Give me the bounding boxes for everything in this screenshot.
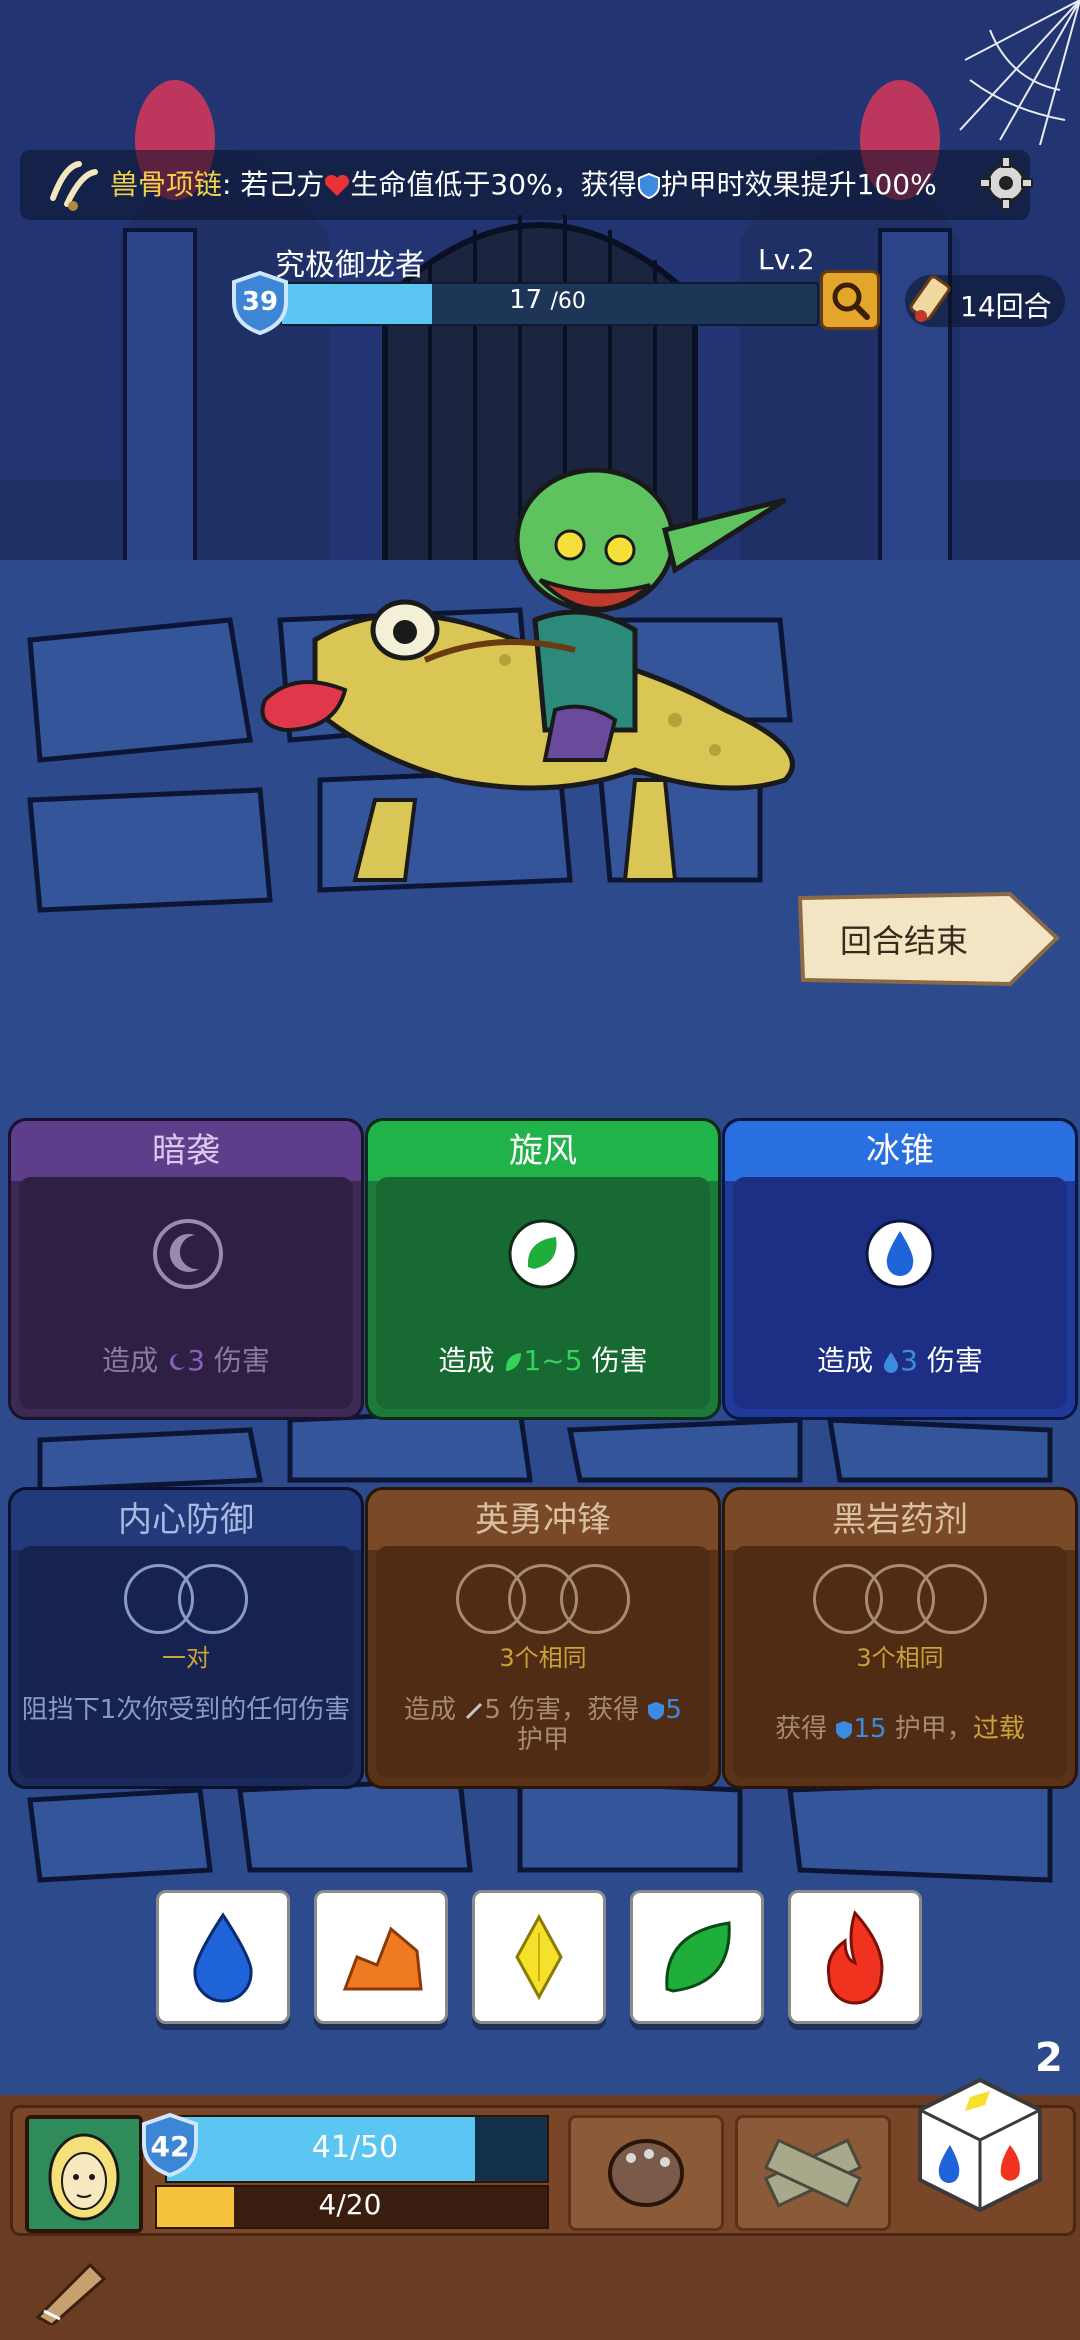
magnifier-icon [832, 282, 870, 320]
card-desc-part: 护甲， [894, 1714, 973, 1744]
equipment-slot-gauntlet[interactable] [568, 2115, 724, 2231]
enemy-hp-max: /60 [550, 289, 586, 314]
player-xp-text: 4/20 [318, 2188, 382, 2221]
card-description: 造成 3 伤害 [725, 1339, 1075, 1379]
enemy-hp-current: 17 [509, 285, 543, 315]
relic-desc-part2: 生命值低于30%，获得 [350, 168, 637, 201]
card-requirement: 一对 [162, 1644, 210, 1672]
relic-separator: : [222, 168, 232, 201]
water-drop-icon [193, 1912, 253, 2003]
die-leaf[interactable] [630, 1890, 764, 2024]
card-title: 内心防御 [11, 1490, 361, 1550]
rock-icon [342, 1926, 423, 1991]
water-drop-icon [865, 1219, 935, 1289]
bone-necklace-icon[interactable] [45, 158, 101, 214]
die-rock[interactable] [314, 1890, 448, 2024]
die-lightning[interactable] [472, 1890, 606, 2024]
card-desc-prefix: 造成 [817, 1344, 874, 1377]
die-fire[interactable] [788, 1890, 922, 2024]
enemy-goblin-rider[interactable] [255, 460, 835, 900]
card-desc-prefix: 造成 [102, 1344, 159, 1377]
dice-slot[interactable] [560, 1564, 630, 1634]
card-description: 获得 15 护甲，过载 [725, 1708, 1075, 1745]
reroll-dice-button[interactable] [915, 2075, 1045, 2215]
card-armor-amount: 15 [853, 1714, 887, 1744]
card-desc-suffix: 伤害 [591, 1344, 648, 1377]
skill-card-whirlwind[interactable]: 旋风 造成 1~5 伤害 [365, 1118, 721, 1420]
game-screen: 兽骨项链: 若己方 生命值低于30%，获得 护甲时效果提升100% 究极御龙者 Lv… [0, 0, 1080, 2340]
card-desc-suffix: 伤害 [926, 1344, 983, 1377]
card-title: 黑岩药剂 [725, 1490, 1075, 1550]
dice-slot[interactable] [178, 1564, 248, 1634]
enemy-info-button[interactable] [820, 270, 880, 330]
water-drop-icon [883, 1352, 899, 1373]
card-requirement: 3个相同 [856, 1644, 944, 1672]
shield-icon [637, 172, 660, 200]
card-description: 造成 1~5 伤害 [368, 1339, 718, 1379]
card-title: 英勇冲锋 [368, 1490, 718, 1550]
gear-icon[interactable] [978, 155, 1034, 211]
bandage-icon [763, 2138, 863, 2208]
enemy-level: Lv.2 [758, 243, 815, 276]
card-damage-amount: 1~5 [523, 1344, 583, 1377]
skill-card-brave-charge[interactable]: 英勇冲锋 3个相同 造成 5 伤害，获得 5 护甲 [365, 1487, 721, 1789]
card-title: 暗袭 [11, 1121, 361, 1181]
hero-portrait [29, 2119, 139, 2229]
scroll-icon [909, 275, 951, 322]
card-keyword: 过载 [972, 1714, 1025, 1744]
horn-icon[interactable] [30, 2255, 110, 2325]
card-desc-part: 造成 [404, 1695, 457, 1725]
relic-desc-part1: 若己方 [240, 168, 325, 201]
dice-slot[interactable] [917, 1564, 987, 1634]
player-hp-text: 41/50 [311, 2130, 399, 2165]
end-turn-label: 回合结束 [840, 922, 969, 960]
reroll-count: 2 [1035, 2035, 1063, 2081]
skill-card-blackrock-potion[interactable]: 黑岩药剂 3个相同 获得 15 护甲，过载 [722, 1487, 1078, 1789]
skill-card-ice-spike[interactable]: 冰锥 造成 3 伤害 [722, 1118, 1078, 1420]
card-damage-amount: 3 [900, 1344, 918, 1377]
card-desc-part: 获得 [775, 1714, 828, 1744]
card-requirement: 3个相同 [499, 1644, 587, 1672]
moon-icon [170, 1353, 186, 1370]
player-armor-value: 42 [150, 2130, 190, 2163]
card-desc-part: 伤害，获得 [509, 1695, 640, 1725]
card-description: 阻挡下1次你受到的任何伤害 [21, 1695, 351, 1725]
heart-icon [325, 174, 350, 196]
leaf-icon [506, 1353, 522, 1371]
skill-card-inner-defense[interactable]: 内心防御 一对 阻挡下1次你受到的任何伤害 [8, 1487, 364, 1789]
avatar[interactable] [25, 2115, 143, 2233]
card-desc-prefix: 造成 [438, 1344, 495, 1377]
card-title: 旋风 [368, 1121, 718, 1181]
skill-card-shadow-strike[interactable]: 暗袭 造成 3 伤害 [8, 1118, 364, 1420]
enemy-hp-text: 17 /60 [280, 285, 815, 315]
moon-icon [153, 1219, 223, 1289]
diamond-icon [515, 1913, 563, 2001]
shield-icon [648, 1701, 665, 1720]
shield-icon [836, 1720, 853, 1739]
die-water[interactable] [156, 1890, 290, 2024]
relic-name: 兽骨项链 [110, 168, 223, 201]
card-description: 造成 5 伤害，获得 5 护甲 [368, 1695, 718, 1755]
card-description: 造成 3 伤害 [11, 1339, 361, 1379]
card-armor-amount: 5 [665, 1695, 682, 1725]
card-desc-suffix: 伤害 [213, 1344, 270, 1377]
turn-counter-label: 14回合 [960, 290, 1052, 323]
relic-description: 兽骨项链: 若己方 生命值低于30%，获得 护甲时效果提升100% [110, 163, 937, 203]
relic-desc-part3: 护甲时效果提升100% [660, 168, 937, 201]
sword-icon [466, 1702, 483, 1719]
card-damage-amount: 5 [484, 1695, 501, 1725]
leaf-icon [508, 1219, 578, 1289]
gauntlet-icon [608, 2139, 684, 2207]
card-title: 冰锥 [725, 1121, 1075, 1181]
card-damage-amount: 3 [187, 1344, 205, 1377]
fire-icon [826, 1910, 884, 2005]
enemy-name: 究极御龙者 [275, 248, 425, 283]
card-desc-part: 护甲 [516, 1725, 569, 1755]
equipment-slot-bandage[interactable] [735, 2115, 891, 2231]
enemy-armor-value: 39 [241, 287, 279, 317]
leaf-icon [665, 1921, 731, 1993]
